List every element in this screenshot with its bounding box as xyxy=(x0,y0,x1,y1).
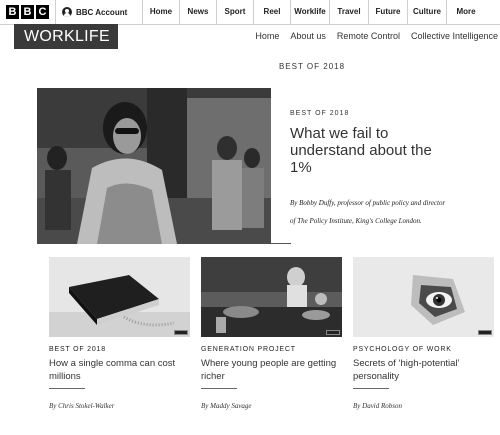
bbc-global-bar: B B C BBC Account Home News Sport Reel W… xyxy=(0,0,500,25)
card-byline: By Chris Stokel-Walker xyxy=(49,402,115,410)
card-byline: By Maddy Savage xyxy=(201,402,252,410)
nav-more[interactable]: More xyxy=(447,0,485,24)
nav-future[interactable]: Future xyxy=(369,0,408,24)
subnav-home[interactable]: Home xyxy=(255,31,279,41)
card-image[interactable] xyxy=(353,257,494,337)
nav-culture[interactable]: Culture xyxy=(408,0,447,24)
media-badge-icon xyxy=(174,330,188,335)
bbc-logo-letter: B xyxy=(6,5,19,19)
person-icon xyxy=(62,7,72,17)
article-card: BEST OF 2018 How a single comma can cost… xyxy=(49,257,190,410)
nav-news[interactable]: News xyxy=(180,0,217,24)
card-divider xyxy=(201,388,237,389)
card-title[interactable]: How a single comma can cost millions xyxy=(49,357,189,383)
hero-article: BEST OF 2018 What we fail to understand … xyxy=(290,110,490,230)
nav-reel[interactable]: Reel xyxy=(254,0,291,24)
article-card: GENERATION PROJECT Where young people ar… xyxy=(201,257,342,410)
section-heading: BEST OF 2018 xyxy=(278,62,346,71)
subnav-collective-intelligence[interactable]: Collective Intelligence xyxy=(411,31,498,41)
card-divider xyxy=(353,388,389,389)
bbc-account-link[interactable]: BBC Account xyxy=(55,0,143,24)
hero-kicker[interactable]: BEST OF 2018 xyxy=(290,110,490,117)
card-image[interactable] xyxy=(201,257,342,337)
card-title[interactable]: Where young people are getting richer xyxy=(201,357,341,383)
card-divider xyxy=(49,388,85,389)
nav-home[interactable]: Home xyxy=(143,0,180,24)
bbc-top-nav: Home News Sport Reel Worklife Travel Fut… xyxy=(143,0,485,24)
nav-sport[interactable]: Sport xyxy=(217,0,254,24)
subnav-remote-control[interactable]: Remote Control xyxy=(337,31,400,41)
card-title[interactable]: Secrets of ‘high-potential’ personality xyxy=(353,357,493,383)
nav-travel[interactable]: Travel xyxy=(330,0,369,24)
media-badge-icon xyxy=(478,330,492,335)
hero-title[interactable]: What we fail to understand about the 1% xyxy=(290,125,440,176)
card-byline: By David Robson xyxy=(353,402,402,410)
hero-byline-line: By Bobby Duffy, professor of public poli… xyxy=(290,199,446,207)
worklife-logo[interactable]: WORKLIFE xyxy=(14,24,118,49)
card-image[interactable] xyxy=(49,257,190,337)
card-kicker[interactable]: GENERATION PROJECT xyxy=(201,346,342,353)
hero-byline-line: of The Policy Institute, King's College … xyxy=(290,217,422,225)
hero-image[interactable] xyxy=(37,88,271,244)
hero-byline: By Bobby Duffy, professor of public poli… xyxy=(290,194,480,230)
card-kicker[interactable]: PSYCHOLOGY OF WORK xyxy=(353,346,494,353)
bbc-logo-letter: B xyxy=(21,5,34,19)
card-kicker[interactable]: BEST OF 2018 xyxy=(49,346,190,353)
nav-worklife[interactable]: Worklife xyxy=(291,0,330,24)
bbc-logo[interactable]: B B C xyxy=(6,5,49,19)
media-badge-icon xyxy=(326,330,340,335)
worklife-subnav: Home About us Remote Control Collective … xyxy=(255,31,498,41)
hero-divider xyxy=(271,243,291,244)
bbc-logo-letter: C xyxy=(36,5,49,19)
subnav-about-us[interactable]: About us xyxy=(290,31,326,41)
article-card: PSYCHOLOGY OF WORK Secrets of ‘high-pote… xyxy=(353,257,494,410)
bbc-account-label: BBC Account xyxy=(76,7,128,17)
